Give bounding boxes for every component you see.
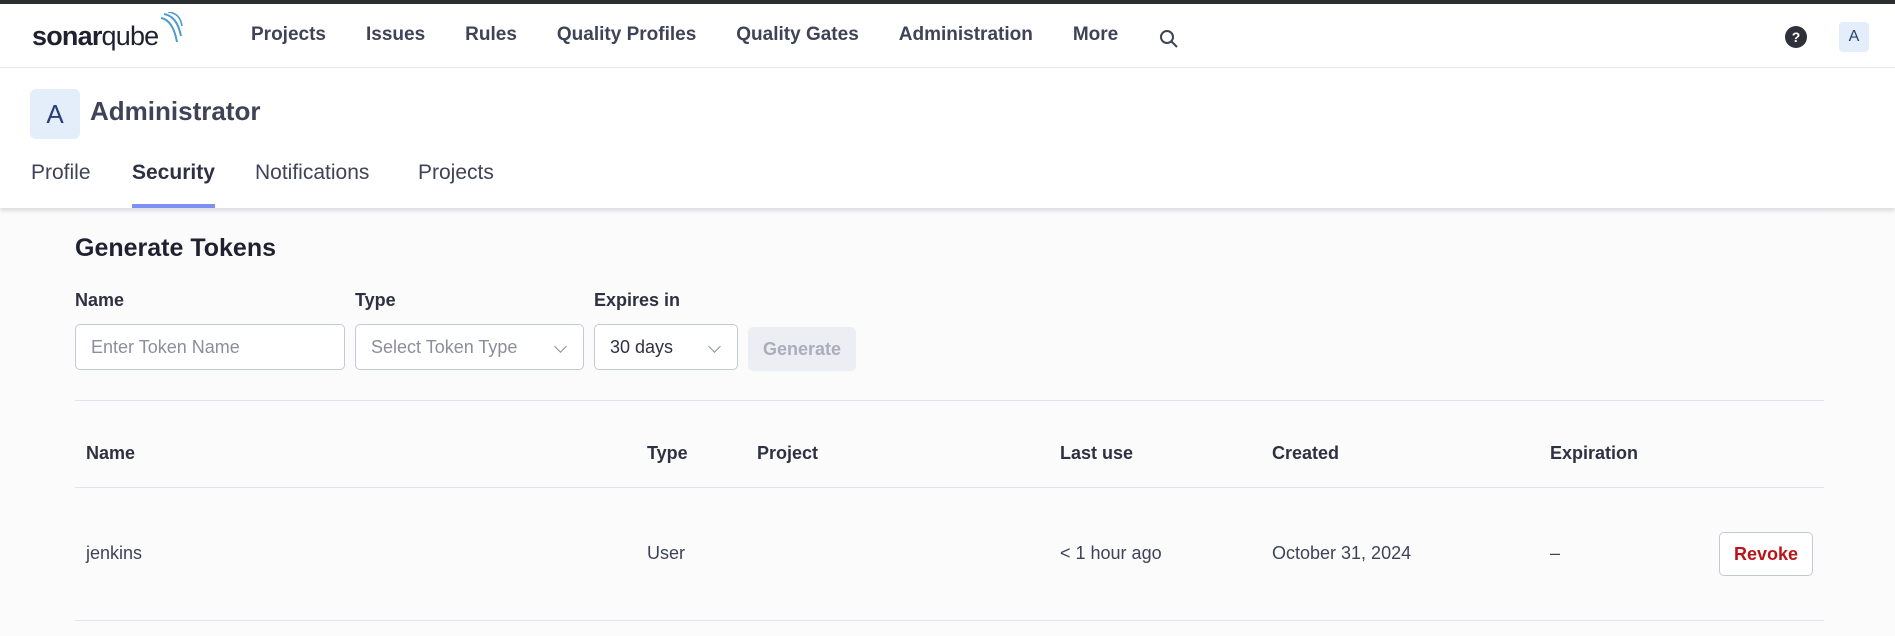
tab-notifications[interactable]: Notifications — [255, 152, 369, 208]
logo-brand-suffix: qube — [101, 20, 160, 51]
token-type-label: Type — [355, 290, 396, 310]
column-header-expiration: Expiration — [1550, 443, 1639, 463]
logo-waves-icon — [161, 12, 184, 43]
token-type-select[interactable]: Select Token Type — [355, 324, 584, 370]
nav-administration[interactable]: Administration — [899, 24, 1033, 46]
token-created-cell: October 31, 2024 — [1272, 543, 1412, 563]
form-divider — [75, 400, 1824, 401]
logo-text: sonarqube — [32, 20, 160, 52]
token-name-cell: jenkins — [86, 543, 143, 563]
token-name-label: Name — [75, 290, 125, 310]
expires-in-value: 30 days — [610, 337, 674, 357]
nav-projects[interactable]: Projects — [251, 24, 326, 46]
section-divider — [75, 208, 1824, 209]
global-navigation: sonarqube Projects Issues Rules Quality … — [0, 4, 1895, 68]
tab-projects[interactable]: Projects — [418, 152, 494, 208]
expires-in-select[interactable]: 30 days — [594, 324, 738, 370]
account-header: A Administrator Profile Security Notific… — [0, 68, 1895, 208]
tab-security[interactable]: Security — [132, 152, 215, 208]
tab-profile[interactable]: Profile — [31, 152, 91, 208]
generate-button[interactable]: Generate — [748, 327, 856, 371]
chevron-down-icon — [554, 340, 567, 353]
account-tabs: Profile Security Notifications Projects — [0, 152, 600, 208]
help-icon[interactable]: ? — [1785, 26, 1807, 48]
token-expiration-cell: – — [1550, 543, 1561, 563]
token-type-placeholder: Select Token Type — [371, 337, 518, 357]
column-header-last-use: Last use — [1060, 443, 1134, 463]
logo-brand: sonar — [32, 20, 102, 51]
column-header-type: Type — [647, 443, 688, 463]
token-name-input[interactable]: Enter Token Name — [75, 324, 345, 370]
expires-in-label: Expires in — [594, 290, 681, 310]
user-name: Administrator — [90, 96, 261, 126]
main-menu: Projects Issues Rules Quality Profiles Q… — [231, 4, 1138, 66]
column-header-project: Project — [757, 443, 819, 463]
nav-user-avatar[interactable]: A — [1839, 22, 1869, 52]
sonarqube-logo[interactable]: sonarqube — [32, 12, 184, 58]
nav-rules[interactable]: Rules — [465, 24, 517, 46]
column-header-name: Name — [86, 443, 136, 463]
search-icon[interactable] — [1158, 28, 1180, 50]
column-header-created: Created — [1272, 443, 1340, 463]
table-row-divider — [75, 620, 1824, 621]
nav-more[interactable]: More — [1073, 24, 1118, 46]
token-last-use-cell: < 1 hour ago — [1060, 543, 1162, 563]
chevron-down-icon — [708, 340, 721, 353]
revoke-button[interactable]: Revoke — [1719, 532, 1813, 576]
table-header-divider — [75, 487, 1824, 488]
nav-quality-profiles[interactable]: Quality Profiles — [557, 24, 696, 46]
nav-quality-gates[interactable]: Quality Gates — [736, 24, 859, 46]
generate-tokens-title: Generate Tokens — [75, 234, 277, 262]
token-type-cell: User — [647, 543, 686, 563]
user-avatar: A — [30, 89, 80, 139]
nav-issues[interactable]: Issues — [366, 24, 425, 46]
